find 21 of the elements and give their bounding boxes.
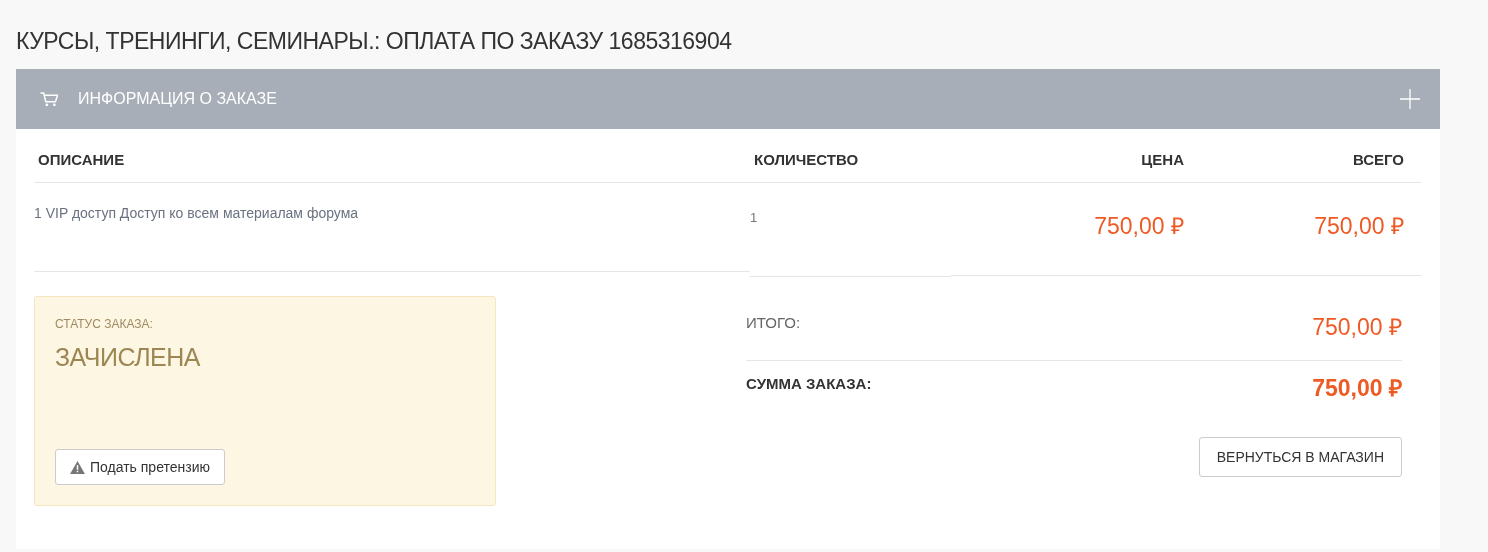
table-cell: 750,00 ₽: [951, 183, 1201, 276]
table-cell: 750,00 ₽: [1201, 183, 1421, 276]
total-value: 750,00 ₽: [1312, 313, 1402, 342]
column-header: ВСЕГО: [1201, 129, 1421, 183]
table-cell: 1 VIP доступ Доступ ко всем материалам форума: [34, 183, 750, 272]
back-to-shop-button[interactable]: ВЕРНУТЬСЯ В МАГАЗИН: [1198, 437, 1402, 477]
cart-icon: [40, 91, 58, 107]
warning-icon: [70, 460, 85, 474]
expand-icon[interactable]: [1398, 87, 1422, 111]
column-header: ОПИСАНИЕ: [34, 129, 750, 183]
total-label: СУММА ЗАКАЗА:: [746, 374, 872, 392]
claim-button[interactable]: Подать претензию: [55, 449, 225, 485]
status-value: ЗАЧИСЛЕНА: [55, 343, 200, 372]
column-header: ЦЕНА: [951, 129, 1201, 183]
page-title: КУРСЫ, ТРЕНИНГИ, СЕМИНАРЫ.: ОПЛАТА ПО ЗАКАЗУ 1685316904: [16, 28, 733, 55]
column-header: КОЛИЧЕСТВО: [750, 129, 951, 183]
panel-title: ИНФОРМАЦИЯ О ЗАКАЗЕ: [78, 90, 277, 108]
total-value: 750,00 ₽: [1312, 374, 1402, 403]
status-label: СТАТУС ЗАКАЗА:: [55, 317, 153, 331]
table-cell: 1: [750, 183, 951, 277]
total-label: ИТОГО:: [746, 313, 801, 331]
